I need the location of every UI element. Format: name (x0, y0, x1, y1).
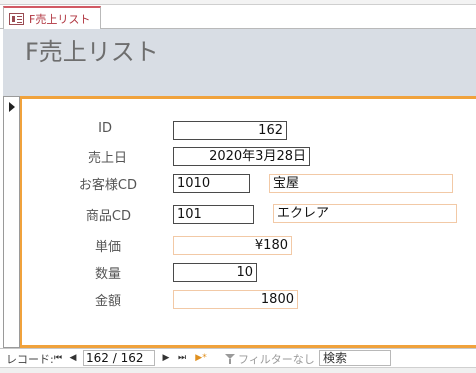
customer-name-field[interactable]: 宝屋 (269, 174, 453, 193)
status-bar (0, 367, 476, 373)
filter-label: フィルターなし (238, 353, 315, 366)
form-icon (9, 13, 24, 25)
sale-date-field[interactable]: 2020年3月28日 (173, 147, 310, 166)
product-name-field[interactable]: エクレア (273, 204, 457, 223)
form-title: F売上リスト (25, 38, 159, 66)
next-record-button[interactable]: ▶ (160, 352, 172, 364)
product-cd-label: 商品CD (85, 209, 131, 224)
record-navigation-bar: レコード: ⏮ ◀ 162 / 162 ▶ ⏭ ▶* フィルターなし 検索 (0, 348, 476, 367)
current-record-input[interactable]: 162 / 162 (83, 350, 155, 366)
quantity-label: 数量 (94, 267, 121, 282)
tab-label: F売上リスト (29, 13, 91, 26)
sale-date-label: 売上日 (87, 151, 127, 166)
customer-cd-field[interactable]: 1010 (173, 174, 250, 193)
search-input[interactable]: 検索 (319, 350, 391, 366)
id-field[interactable]: 162 (173, 121, 287, 140)
unit-price-label: 単価 (94, 240, 121, 255)
current-record-arrow-icon (9, 102, 15, 112)
amount-label: 金額 (94, 294, 121, 309)
document-tab-bar: F売上リスト (0, 5, 476, 30)
previous-record-button[interactable]: ◀ (67, 352, 79, 364)
first-record-button[interactable]: ⏮ (52, 352, 64, 364)
last-record-button[interactable]: ⏭ (176, 352, 188, 364)
filter-icon (225, 354, 235, 364)
id-label: ID (98, 121, 112, 136)
customer-cd-label: お客様CD (78, 178, 137, 193)
product-cd-field[interactable]: 101 (173, 205, 254, 224)
unit-price-field[interactable]: ¥180 (173, 236, 292, 255)
amount-field[interactable]: 1800 (173, 290, 298, 309)
filter-toggle[interactable]: フィルターなし (225, 351, 315, 367)
quantity-field[interactable]: 10 (173, 263, 257, 282)
new-record-button[interactable]: ▶* (193, 352, 209, 364)
record-nav-label: レコード: (6, 353, 54, 366)
record-selector[interactable] (3, 96, 20, 348)
form-header: F売上リスト (3, 29, 476, 96)
tab-f-sales-list[interactable]: F売上リスト (3, 6, 101, 30)
